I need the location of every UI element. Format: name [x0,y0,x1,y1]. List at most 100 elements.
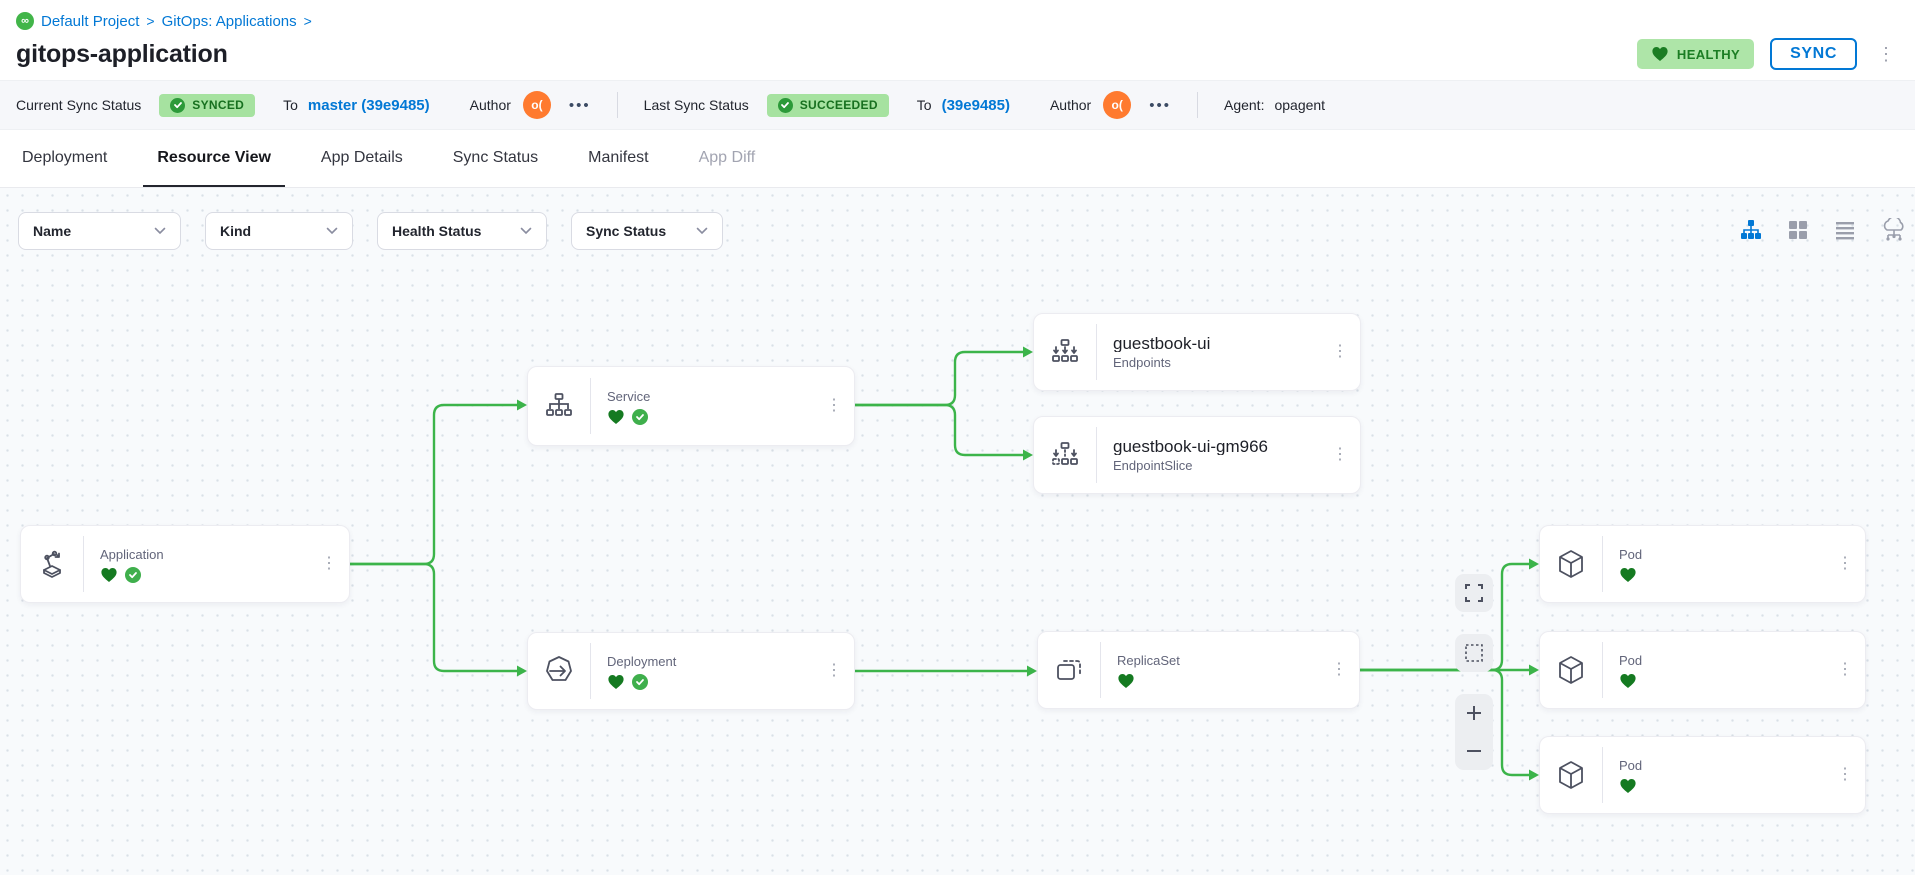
sync-status-bar: Current Sync Status SYNCED To master (39… [0,80,1915,130]
synced-badge-label: SYNCED [192,98,244,112]
grid-view-icon[interactable] [1787,219,1809,241]
filter-label: Sync Status [586,223,666,239]
endpoints-icon [1034,334,1096,370]
succeeded-badge-label: SUCCEEDED [800,98,878,112]
kind-filter-dropdown[interactable]: Kind [205,212,353,250]
synced-check-icon [632,674,648,690]
more-options-icon[interactable]: ••• [569,97,591,114]
chevron-down-icon [696,227,708,235]
zoom-group [1455,694,1493,770]
node-pod[interactable]: guestbook-ui-5b64f6959... Pod ⋮ [1539,736,1866,814]
healthy-heart-icon [1619,672,1637,690]
synced-badge: SYNCED [159,94,255,117]
tab-sync-status[interactable]: Sync Status [439,130,552,187]
node-menu-icon[interactable]: ⋮ [309,556,349,572]
network-view-icon[interactable] [1881,218,1907,242]
breadcrumb: ∞ Default Project > GitOps: Applications… [16,12,1899,30]
synced-check-icon [632,409,648,425]
zoom-in-button[interactable] [1455,694,1493,732]
fit-to-screen-button[interactable] [1455,574,1493,612]
selection-mode-button[interactable] [1455,634,1493,672]
node-pod[interactable]: guestbook-ui-5b64f6959... Pod ⋮ [1539,631,1866,709]
tab-app-details[interactable]: App Details [307,130,417,187]
node-menu-icon[interactable]: ⋮ [814,398,854,414]
current-revision-link[interactable]: master (39e9485) [308,97,430,114]
tab-app-diff: App Diff [685,130,770,187]
name-filter-dropdown[interactable]: Name [18,212,181,250]
last-sync-status-label: Last Sync Status [644,97,749,113]
gitops-application-page: ∞ Default Project > GitOps: Applications… [0,0,1915,885]
node-kind: ReplicaSet [1117,653,1319,668]
node-menu-icon[interactable]: ⋮ [1319,662,1359,678]
node-title: guestbook-ui [1113,334,1320,352]
list-view-icon[interactable] [1834,219,1856,241]
node-menu-icon[interactable]: ⋮ [1825,556,1865,572]
healthy-heart-icon [100,566,118,584]
tab-deployment[interactable]: Deployment [8,130,121,187]
zoom-out-button[interactable] [1455,732,1493,770]
endpointslice-icon [1034,437,1096,473]
node-menu-icon[interactable]: ⋮ [814,663,854,679]
divider [617,92,618,118]
filter-label: Name [33,223,71,239]
agent-value: opagent [1274,97,1325,113]
synced-check-icon [125,567,141,583]
author-avatar[interactable]: o( [523,91,551,119]
breadcrumb-applications-link[interactable]: GitOps: Applications [162,13,297,30]
breadcrumb-separator: > [146,13,154,29]
node-application[interactable]: gitops-application Application ⋮ [20,525,350,603]
node-title: guestbook-ui-gm966 [1113,437,1320,455]
node-kind: Pod [1619,758,1825,773]
node-pod[interactable]: guestbook-ui-5b64f6959... Pod ⋮ [1539,525,1866,603]
healthy-heart-icon [607,408,625,426]
application-icon [21,546,83,582]
node-service[interactable]: guestbook-ui Service ⋮ [527,366,855,446]
healthy-heart-icon [607,673,625,691]
last-revision-link[interactable]: (39e9485) [942,97,1010,114]
gitops-logo-icon: ∞ [16,12,34,30]
node-menu-icon[interactable]: ⋮ [1320,344,1360,360]
node-menu-icon[interactable]: ⋮ [1320,447,1360,463]
node-deployment[interactable]: guestbook-ui Deployment ⋮ [527,632,855,710]
tab-bar: Deployment Resource View App Details Syn… [0,130,1915,188]
pod-icon [1540,757,1602,793]
pod-icon [1540,652,1602,688]
agent-label: Agent: [1224,97,1264,113]
node-endpointslice[interactable]: guestbook-ui-gm966 EndpointSlice ⋮ [1033,416,1361,494]
filter-label: Kind [220,223,251,239]
breadcrumb-separator: > [304,13,312,29]
health-badge-label: HEALTHY [1677,47,1740,62]
filter-label: Health Status [392,223,481,239]
health-status-badge: HEALTHY [1637,39,1754,69]
to-label: To [917,97,932,113]
health-status-filter-dropdown[interactable]: Health Status [377,212,547,250]
tab-manifest[interactable]: Manifest [574,130,662,187]
sync-button[interactable]: SYNC [1770,38,1857,70]
healthy-heart-icon [1619,777,1637,795]
page-header: ∞ Default Project > GitOps: Applications… [0,0,1915,80]
view-toggle-group [1740,218,1907,242]
more-options-icon[interactable]: ⋮ [1873,43,1899,65]
breadcrumb-project-link[interactable]: Default Project [41,13,139,30]
tree-view-icon[interactable] [1740,219,1762,241]
node-replicaset[interactable]: guestbook-ui-5b64f69597 ReplicaSet ⋮ [1037,631,1360,709]
node-menu-icon[interactable]: ⋮ [1825,767,1865,783]
node-endpoints[interactable]: guestbook-ui Endpoints ⋮ [1033,313,1361,391]
divider [1197,92,1198,118]
to-label: To [283,97,298,113]
tab-resource-view[interactable]: Resource View [143,130,285,187]
resource-tree-canvas[interactable]: Name Kind Health Status Sync Status [0,188,1915,875]
author-avatar[interactable]: o( [1103,91,1131,119]
pod-icon [1540,546,1602,582]
node-kind: Pod [1619,653,1825,668]
sync-status-filter-dropdown[interactable]: Sync Status [571,212,723,250]
chevron-down-icon [326,227,338,235]
page-title: gitops-application [16,40,228,69]
check-circle-icon [170,98,185,113]
check-circle-icon [778,98,793,113]
more-options-icon[interactable]: ••• [1149,97,1171,114]
service-icon [528,388,590,424]
canvas-controls [1455,574,1493,770]
chevron-down-icon [154,227,166,235]
node-menu-icon[interactable]: ⋮ [1825,662,1865,678]
